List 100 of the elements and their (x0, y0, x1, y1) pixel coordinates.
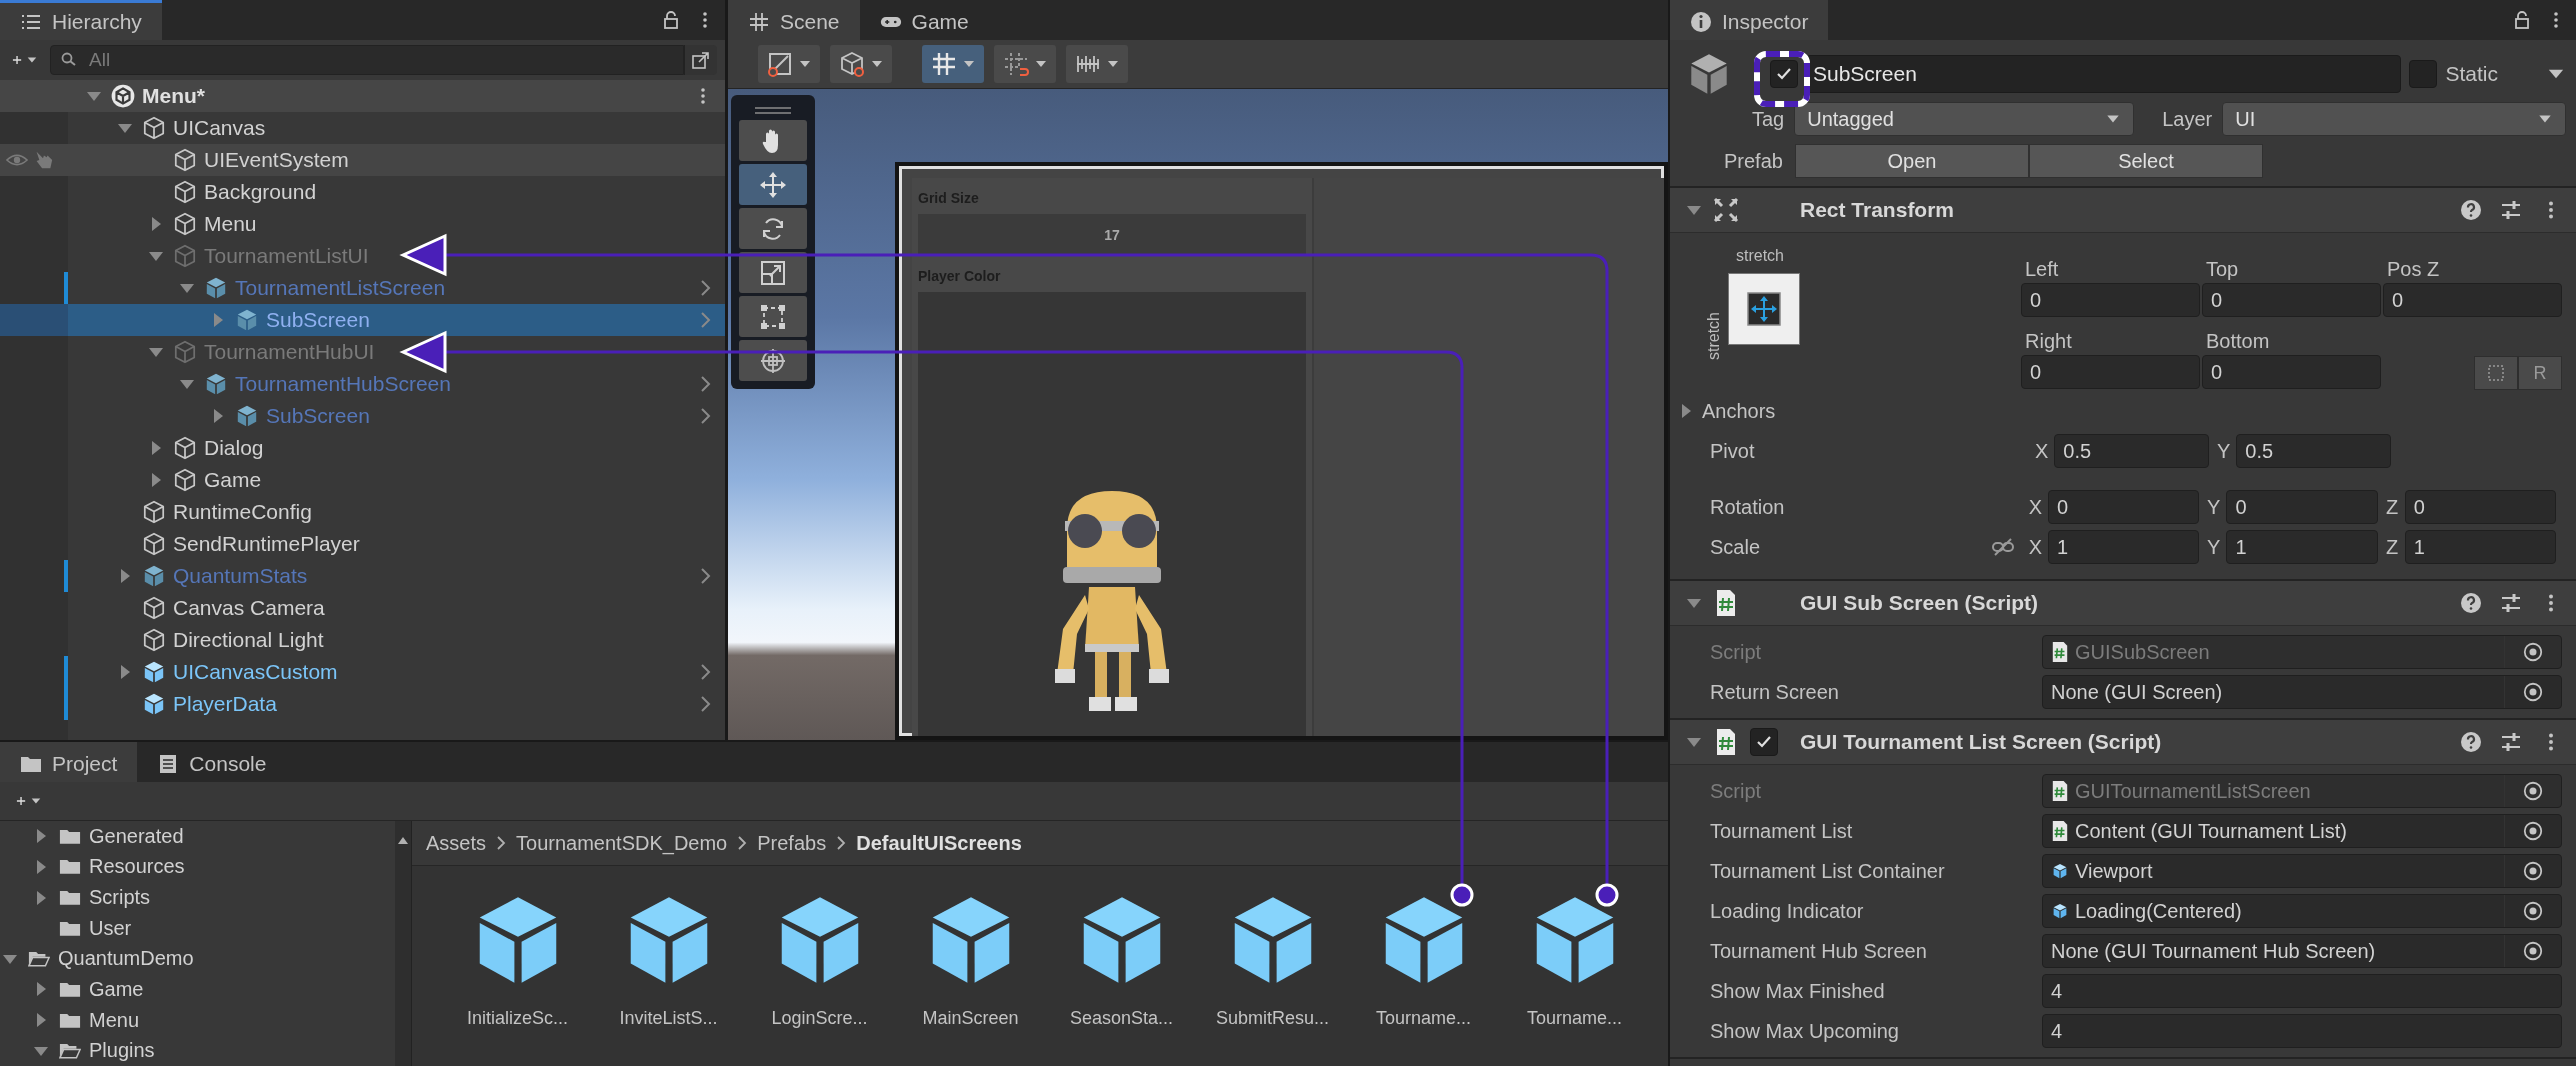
number-field[interactable]: 1 (2404, 530, 2556, 564)
folder-item[interactable]: Resources (0, 851, 395, 883)
asset-item[interactable]: Tourname... (1499, 886, 1650, 1029)
tree-item[interactable]: Background (0, 176, 725, 208)
asset-item[interactable]: SubmitResu... (1197, 886, 1348, 1029)
help-icon[interactable] (2460, 731, 2482, 753)
number-field[interactable]: 0 (2226, 490, 2378, 524)
prefab-button[interactable]: Select (2028, 144, 2263, 178)
anchor-preset-button[interactable] (1728, 273, 1800, 345)
tool-button[interactable] (739, 120, 807, 161)
tool-button[interactable] (739, 340, 807, 381)
component-header[interactable]: GUI Tournament List Screen (Script) (1670, 720, 2576, 765)
target-icon[interactable] (2522, 641, 2544, 663)
breadcrumb-item[interactable]: TournamentSDK_Demo (516, 831, 728, 855)
target-icon[interactable] (2522, 860, 2544, 882)
number-field[interactable]: 1 (2047, 530, 2200, 564)
asset-item[interactable]: Tourname... (1348, 886, 1499, 1029)
asset-item[interactable]: LoginScre... (744, 886, 895, 1029)
target-icon[interactable] (2522, 681, 2544, 703)
number-field[interactable]: 1 (2226, 530, 2378, 564)
help-icon[interactable] (2460, 199, 2482, 221)
panel-tab[interactable]: Inspector (1670, 0, 1829, 40)
tool-button[interactable] (739, 164, 807, 205)
number-field[interactable]: 0 (2202, 283, 2381, 317)
tree-item[interactable]: Directional Light (0, 624, 725, 656)
number-field[interactable]: 0 (2021, 355, 2200, 389)
tool-button[interactable] (739, 252, 807, 293)
panel-tab[interactable]: Console (137, 742, 287, 782)
number-field[interactable]: 0.5 (2054, 434, 2209, 468)
object-field[interactable]: None (GUI Screen) (2042, 675, 2562, 709)
number-field[interactable]: 0 (2021, 283, 2200, 317)
chevron-right-icon[interactable] (699, 694, 711, 714)
number-field[interactable]: 4 (2042, 974, 2562, 1008)
folder-item[interactable]: Generated (0, 821, 395, 852)
chevron-right-icon[interactable] (699, 406, 711, 426)
help-icon[interactable] (2460, 592, 2482, 614)
checkbox[interactable] (2409, 60, 2438, 88)
tree-item[interactable]: SendRuntimePlayer (0, 528, 725, 560)
tree-item[interactable]: Menu* (0, 80, 725, 112)
lock-icon[interactable] (2512, 10, 2532, 30)
panel-tab[interactable]: Scene (728, 0, 860, 40)
tag-dropdown[interactable]: Untagged (1794, 102, 2135, 136)
target-icon[interactable] (2522, 900, 2544, 922)
tree-item[interactable]: PlayerData (0, 688, 725, 720)
toolbar-button[interactable] (830, 45, 892, 83)
number-field[interactable]: 4 (2042, 1014, 2562, 1048)
tree-item[interactable]: Dialog (0, 432, 725, 464)
panel-tab[interactable]: Hierarchy (0, 0, 162, 40)
number-field[interactable]: 0.5 (2236, 434, 2391, 468)
drag-handle-icon[interactable] (753, 105, 793, 115)
folder-item[interactable]: Scripts (0, 882, 395, 913)
layer-dropdown[interactable]: UI (2222, 102, 2566, 136)
tool-button[interactable] (739, 296, 807, 337)
chevron-right-icon[interactable] (699, 374, 711, 394)
tree-item[interactable]: UICanvasCustom (0, 656, 725, 688)
panel-tab[interactable]: Project (0, 742, 138, 782)
folder-item[interactable]: User (0, 912, 395, 944)
number-field[interactable]: 0 (2383, 283, 2562, 317)
checkbox[interactable] (1770, 60, 1798, 88)
number-field[interactable]: 0 (2047, 490, 2200, 524)
tree-item[interactable]: Menu (0, 208, 725, 240)
sliders-icon[interactable] (2500, 199, 2522, 221)
number-field[interactable]: 0 (2202, 355, 2381, 389)
toolbar-button[interactable] (1066, 45, 1128, 83)
tree-item[interactable]: UICanvas (0, 112, 725, 144)
object-field[interactable]: None (GUI Tournament Hub Screen) (2042, 934, 2562, 968)
search-field[interactable]: All (50, 45, 684, 75)
sliders-icon[interactable] (2500, 592, 2522, 614)
component-header[interactable]: Rect Transform (1670, 188, 2576, 233)
prefab-button[interactable]: Open (1794, 144, 2029, 178)
object-field[interactable]: Content (GUI Tournament List) (2042, 814, 2562, 848)
panel-tab[interactable]: Game (859, 0, 989, 40)
object-field[interactable]: Viewport (2042, 854, 2562, 888)
chevron-right-icon[interactable] (699, 662, 711, 682)
checkbox[interactable] (1750, 728, 1778, 756)
folder-item[interactable]: Game (0, 974, 395, 1005)
asset-item[interactable]: MainScreen (895, 886, 1046, 1029)
sliders-icon[interactable] (2500, 731, 2522, 753)
chevron-right-icon[interactable] (699, 566, 711, 586)
toolbar-button[interactable] (758, 45, 820, 83)
chevron-right-icon[interactable] (699, 278, 711, 298)
tree-item[interactable]: Canvas Camera (0, 592, 725, 624)
target-icon[interactable] (2522, 820, 2544, 842)
asset-item[interactable]: InitializeSc... (442, 886, 593, 1029)
toolbar-button[interactable] (922, 45, 984, 83)
asset-item[interactable]: InviteListS... (593, 886, 744, 1029)
lock-icon[interactable] (661, 10, 681, 30)
tree-item[interactable]: RuntimeConfig (0, 496, 725, 528)
folder-item[interactable]: QuantumDemo (0, 943, 395, 975)
toolbar-button[interactable] (994, 45, 1056, 83)
scroll-up-icon[interactable] (397, 835, 409, 845)
breadcrumb-item[interactable]: Assets (426, 831, 487, 855)
blueprint-button[interactable] (2474, 356, 2518, 390)
folder-item[interactable]: Plugins (0, 1035, 395, 1066)
component-header[interactable]: GUI Sub Screen (Script) (1670, 581, 2576, 626)
target-icon[interactable] (2522, 940, 2544, 962)
number-field[interactable]: 0 (2404, 490, 2556, 524)
tool-button[interactable] (739, 208, 807, 249)
breadcrumb-item[interactable]: Prefabs (757, 831, 827, 855)
asset-item[interactable]: SeasonSta... (1046, 886, 1197, 1029)
